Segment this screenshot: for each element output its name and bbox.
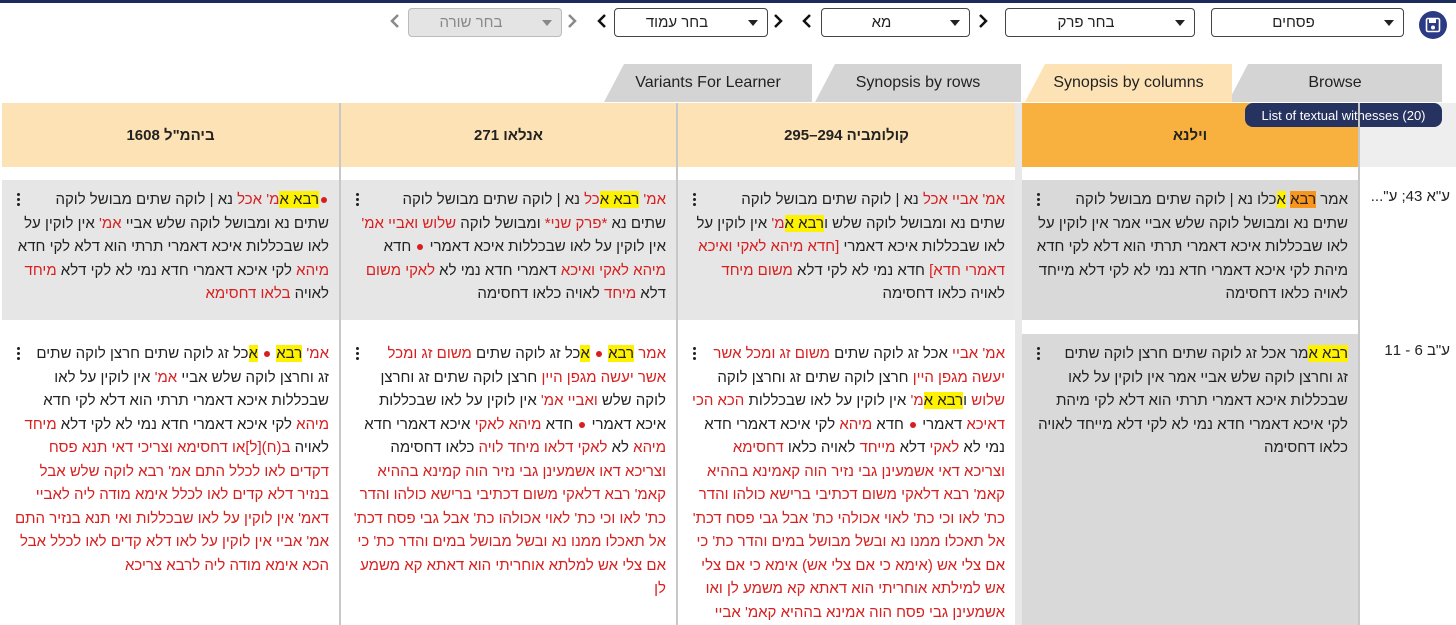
more-options-icon[interactable] xyxy=(1032,188,1044,210)
cell-jts-row2: אמ' רבא אכל זג לוקה שתים חרצן לוקה שתים … xyxy=(2,334,339,625)
more-options-icon[interactable] xyxy=(1032,342,1044,364)
amud-placeholder: בחר עמוד xyxy=(645,14,709,31)
cell-enelow-row2: אמר רבא אכל זג לוקה שתים משום זג ומכל אש… xyxy=(341,334,676,625)
row-ref-2: ע"ב 6 - 11 xyxy=(1384,342,1450,359)
tab-synopsis-by-columns[interactable]: Synopsis by columns xyxy=(1025,64,1232,102)
chevron-down-icon xyxy=(533,19,561,26)
cell-vilna-row2: רבא אמר אכל זג לוקה שתים חרצן לוקה שתים … xyxy=(1022,334,1358,625)
tab-browse[interactable]: Browse xyxy=(1228,64,1442,102)
cell-jts-row1: רבא אמ' אכל נא | לוקה שתים מבושל לוקה שת… xyxy=(2,180,339,320)
row-ref-1: ע"א 43; ע"... xyxy=(1370,188,1450,205)
column-header-enelow: אנלאו 271 xyxy=(341,103,676,167)
column-header-columbia: קולומביה 294–295 xyxy=(678,103,1015,167)
save-button[interactable] xyxy=(1419,11,1447,39)
chevron-down-icon xyxy=(1166,19,1194,26)
prev-line-arrow-icon[interactable] xyxy=(388,12,402,30)
textual-witnesses-button[interactable]: List of textual witnesses (20) xyxy=(1245,103,1442,127)
column-divider xyxy=(1358,103,1360,625)
tractate-value: פסחים xyxy=(1272,14,1315,31)
next-page-arrow-icon[interactable] xyxy=(976,12,990,30)
prev-page-arrow-icon[interactable] xyxy=(800,12,814,30)
next-line-arrow-icon[interactable] xyxy=(565,12,579,30)
column-header-jts: ביהמ"ל 1608 xyxy=(2,103,339,167)
more-options-icon[interactable] xyxy=(351,188,363,210)
cell-enelow-row1: אמ' רבא אכל נא | לוקה שתים מבושל לוקה שת… xyxy=(341,180,676,320)
page-select[interactable]: מא xyxy=(821,8,970,37)
column-divider xyxy=(1015,103,1022,625)
tab-synopsis-by-rows[interactable]: Synopsis by rows xyxy=(815,64,1021,102)
chapter-select[interactable]: בחר פרק xyxy=(1005,8,1195,37)
chevron-down-icon xyxy=(1375,19,1403,26)
line-placeholder: בחר שורה xyxy=(439,14,503,31)
cell-columbia-row1: אמ' אביי אכל נא | לוקה שתים מבושל לוקה ש… xyxy=(678,180,1015,320)
more-options-icon[interactable] xyxy=(688,342,700,364)
page-value: מא xyxy=(871,14,892,31)
tractate-select[interactable]: פסחים xyxy=(1211,8,1404,37)
top-border xyxy=(0,0,1456,3)
cell-vilna-row1: אמר רבא אכלו נא | לוקה שתים מבושל לוקה ש… xyxy=(1022,180,1358,320)
line-select[interactable]: בחר שורה xyxy=(408,8,562,37)
more-options-icon[interactable] xyxy=(688,188,700,210)
more-options-icon[interactable] xyxy=(12,188,24,210)
chevron-down-icon xyxy=(739,19,767,26)
chapter-placeholder: בחר פרק xyxy=(1057,14,1115,31)
amud-select[interactable]: בחר עמוד xyxy=(614,8,768,37)
more-options-icon[interactable] xyxy=(351,342,363,364)
tab-variants-for-learner[interactable]: Variants For Learner xyxy=(604,64,812,102)
cell-columbia-row2: אמ' אביי אכל זג לוקה שתים משום זג ומכל א… xyxy=(678,334,1015,625)
chevron-down-icon xyxy=(941,19,969,26)
next-amud-arrow-icon[interactable] xyxy=(771,12,785,30)
save-icon xyxy=(1425,17,1441,33)
prev-amud-arrow-icon[interactable] xyxy=(595,12,609,30)
more-options-icon[interactable] xyxy=(12,342,24,364)
